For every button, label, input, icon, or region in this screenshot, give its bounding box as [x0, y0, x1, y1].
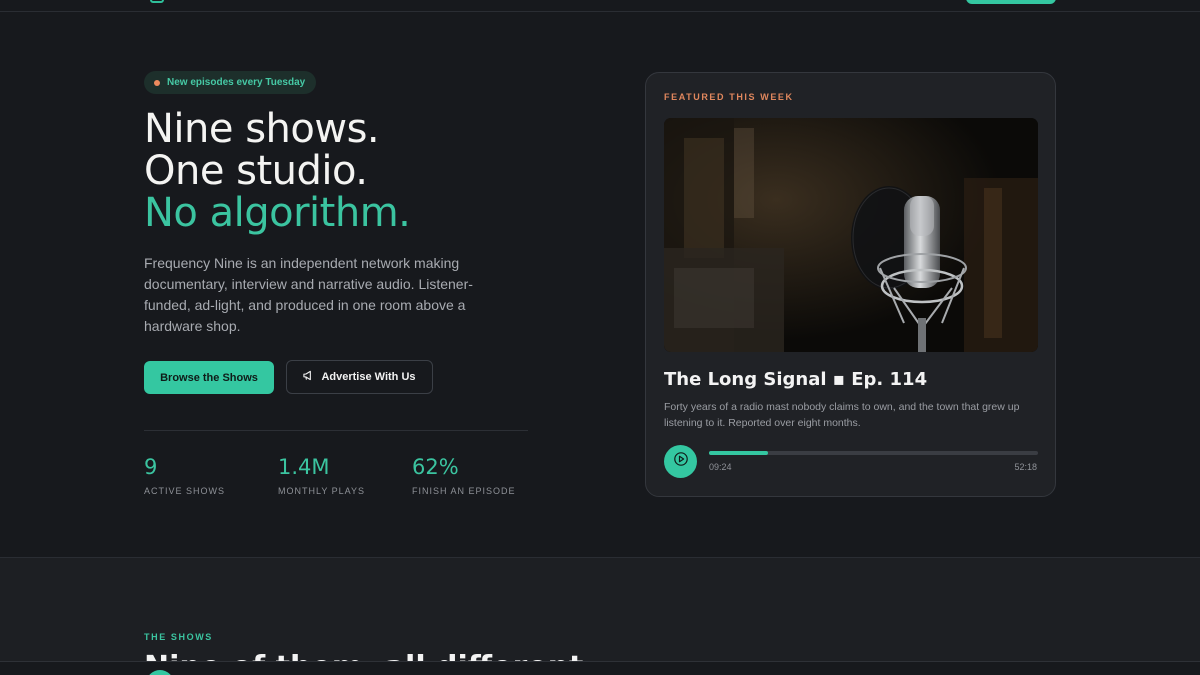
- logo[interactable]: [150, 0, 164, 3]
- stat-label: ACTIVE SHOWS: [144, 486, 226, 496]
- featured-episode-card[interactable]: FEATURED THIS WEEK The Long Signal ▪ Ep.…: [645, 72, 1056, 497]
- hero-description: Frequency Nine is an independent network…: [144, 255, 473, 334]
- featured-eyebrow: FEATURED THIS WEEK: [664, 92, 794, 102]
- stat-value: 9: [144, 455, 158, 479]
- shows-section: THE SHOWS Nine of them, all different: [0, 557, 1200, 675]
- advertise-button[interactable]: Advertise With Us: [286, 360, 433, 394]
- browse-shows-button[interactable]: Browse the Shows: [144, 361, 274, 394]
- progress-fill: [709, 451, 769, 455]
- play-button[interactable]: [664, 445, 697, 478]
- badge-text: New episodes every Tuesday: [167, 77, 306, 88]
- microphone-photo: [664, 118, 1038, 352]
- episode-title[interactable]: The Long Signal ▪ Ep. 114: [664, 369, 927, 390]
- status-dot-icon: [154, 79, 160, 86]
- new-episodes-badge: New episodes every Tuesday: [144, 71, 317, 94]
- stat-label: FINISH AN EPISODE: [412, 486, 516, 496]
- stat-value: 62%: [412, 455, 459, 479]
- stat-finish-rate: 62% FINISH AN EPISODE: [412, 455, 516, 496]
- top-nav: [0, 0, 1200, 12]
- headline-line-1: Nine shows.: [144, 106, 380, 152]
- headline-line-3: No algorithm.: [144, 190, 411, 236]
- progress-track[interactable]: [709, 451, 1038, 455]
- bottom-bar: [0, 661, 1200, 675]
- shows-eyebrow: THE SHOWS: [144, 632, 213, 642]
- total-time: 52:18: [1014, 462, 1037, 472]
- nav-cta-button[interactable]: [966, 0, 1056, 4]
- stats-divider: [144, 430, 528, 431]
- hero-headline: Nine shows. One studio. No algorithm.: [144, 106, 411, 236]
- advertise-button-label: Advertise With Us: [321, 371, 416, 383]
- megaphone-icon: [303, 370, 314, 384]
- episode-description: Forty years of a radio mast nobody claim…: [664, 401, 1020, 429]
- stat-active-shows: 9 ACTIVE SHOWS: [144, 455, 225, 496]
- bottom-avatar[interactable]: [146, 670, 174, 675]
- play-icon: [673, 452, 688, 471]
- stat-monthly-plays: 1.4M MONTHLY PLAYS: [278, 455, 365, 496]
- current-time: 09:24: [709, 462, 732, 472]
- stat-label: MONTHLY PLAYS: [278, 486, 366, 496]
- headline-line-2: One studio.: [144, 148, 368, 194]
- stat-value: 1.4M: [278, 455, 330, 479]
